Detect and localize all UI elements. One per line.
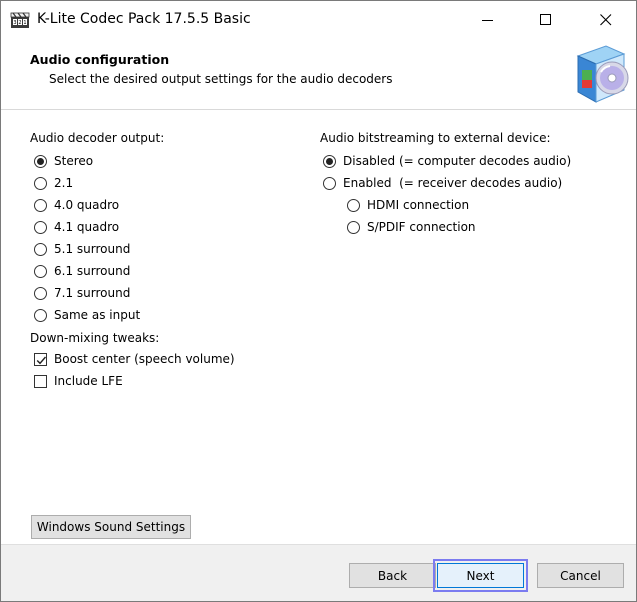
radio-indicator [323,176,336,190]
radio-4-1-quadro[interactable]: 4.1 quadro [34,217,119,237]
radio-label: 5.1 surround [54,242,131,256]
windows-sound-settings-button[interactable]: Windows Sound Settings [31,515,191,539]
app-icon: 3 2 1 [10,12,30,28]
checkbox-label: Boost center (speech volume) [54,352,235,366]
radio-6-1-surround[interactable]: 6.1 surround [34,261,130,281]
close-icon [600,14,612,26]
radio-label: 2.1 [54,176,74,190]
checkbox-indicator [34,352,47,366]
svg-text:2: 2 [18,20,21,26]
radio-bitstream-disabled[interactable]: Disabled (= computer decodes audio) [323,151,571,171]
svg-text:1: 1 [23,20,26,26]
radio-indicator [34,154,47,168]
installer-box-icon [576,45,629,103]
next-button[interactable]: Next [433,559,528,592]
header-divider [1,109,636,110]
checkbox-indicator [34,374,47,388]
radio-stereo[interactable]: Stereo [34,151,93,171]
radio-2-1[interactable]: 2.1 [34,173,73,193]
radio-label: 4.0 quadro [54,198,120,212]
minimize-button[interactable] [465,1,511,39]
title-bar: 3 2 1 K-Lite Codec Pack 17.5.5 Basic [1,1,636,39]
radio-4-0-quadro[interactable]: 4.0 quadro [34,195,119,215]
radio-indicator [34,198,47,212]
maximize-icon [540,14,551,25]
radio-hdmi-connection[interactable]: HDMI connection [347,195,469,215]
radio-spdif-connection[interactable]: S/PDIF connection [347,217,476,237]
radio-label: 7.1 surround [54,286,131,300]
radio-label: 6.1 surround [54,264,131,278]
bitstreaming-label: Audio bitstreaming to external device: [320,131,551,145]
radio-bitstream-enabled[interactable]: Enabled (= receiver decodes audio) [323,173,562,193]
radio-same-as-input[interactable]: Same as input [34,305,140,325]
checkbox-label: Include LFE [54,374,123,388]
radio-label: S/PDIF connection [367,220,476,234]
radio-5-1-surround[interactable]: 5.1 surround [34,239,130,259]
radio-indicator [323,154,336,168]
close-button[interactable] [583,1,629,39]
radio-label: Enabled (= receiver decodes audio) [343,176,563,190]
radio-indicator [34,176,47,190]
wizard-footer: Back Next Cancel [1,544,636,601]
svg-text:3: 3 [13,20,16,26]
radio-indicator [34,242,47,256]
back-button[interactable]: Back [349,563,436,588]
wizard-header: Audio configuration Select the desired o… [1,39,636,109]
page-subtitle: Select the desired output settings for t… [49,72,393,86]
radio-label: Stereo [54,154,94,168]
checkbox-include-lfe[interactable]: Include LFE [34,371,123,391]
radio-label: HDMI connection [367,198,470,212]
radio-label: Disabled (= computer decodes audio) [343,154,572,168]
minimize-icon [482,20,493,21]
downmix-label: Down-mixing tweaks: [30,331,160,345]
radio-indicator [347,198,360,212]
radio-indicator [347,220,360,234]
radio-label: 4.1 quadro [54,220,120,234]
maximize-button[interactable] [523,1,569,39]
checkmark-icon [36,356,47,364]
radio-7-1-surround[interactable]: 7.1 surround [34,283,130,303]
window-title: K-Lite Codec Pack 17.5.5 Basic [37,11,251,27]
radio-indicator [34,220,47,234]
radio-indicator [34,264,47,278]
radio-indicator [34,286,47,300]
cancel-button[interactable]: Cancel [537,563,624,588]
radio-label: Same as input [54,308,141,322]
decoder-output-label: Audio decoder output: [30,131,165,145]
checkbox-boost-center[interactable]: Boost center (speech volume) [34,349,235,369]
radio-indicator [34,308,47,322]
page-title: Audio configuration [30,52,170,67]
installer-window: 3 2 1 K-Lite Codec Pack 17.5.5 Basic Aud… [0,0,637,602]
